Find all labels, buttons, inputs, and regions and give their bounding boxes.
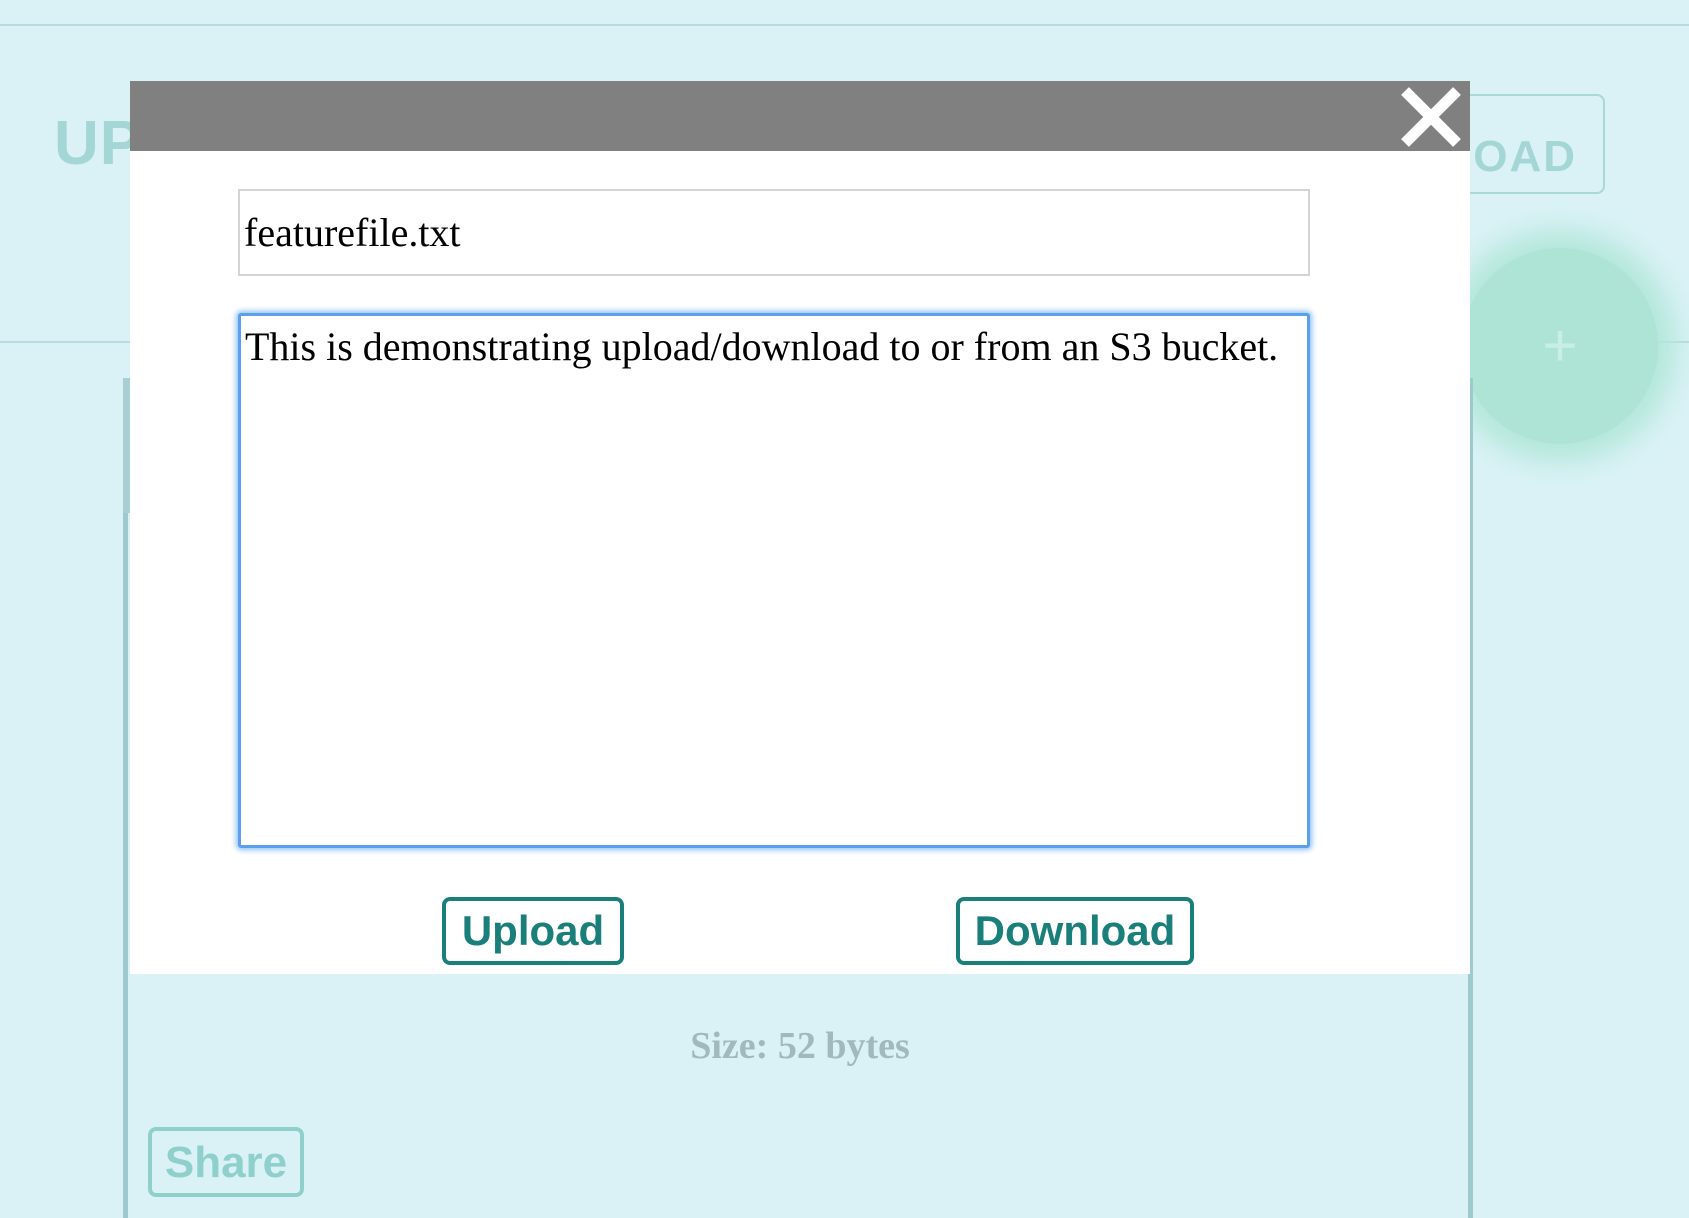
file-editor-modal: This is demonstrating upload/download to… xyxy=(130,81,1470,974)
close-button[interactable] xyxy=(1393,79,1469,155)
filename-input[interactable] xyxy=(238,189,1310,276)
file-size-label: Size: 52 bytes xyxy=(690,1025,910,1067)
plus-icon: + xyxy=(1542,312,1578,379)
download-button[interactable]: Download xyxy=(956,897,1194,965)
modal-header xyxy=(130,81,1470,151)
close-icon xyxy=(1401,87,1461,147)
upload-button[interactable]: Upload xyxy=(442,897,624,965)
share-button[interactable]: Share xyxy=(148,1127,304,1197)
file-content-textarea[interactable]: This is demonstrating upload/download to… xyxy=(238,313,1310,848)
header-divider xyxy=(0,24,1689,26)
upload-heading: UP xyxy=(54,109,143,178)
add-file-button[interactable]: + xyxy=(1462,248,1658,444)
